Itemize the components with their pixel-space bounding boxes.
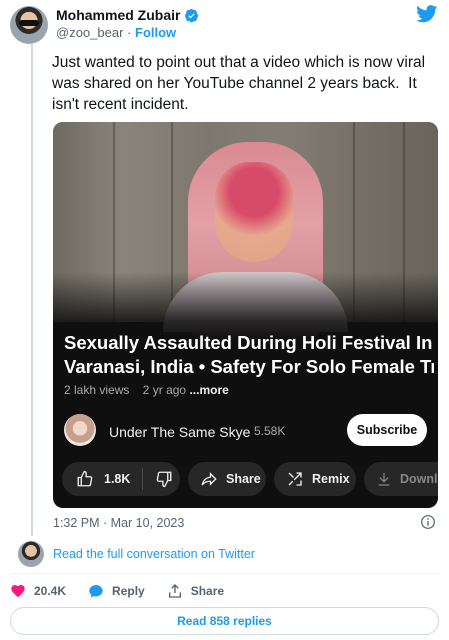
thread-line xyxy=(31,44,33,536)
remix-button[interactable]: Remix xyxy=(274,462,356,496)
share-label: Share xyxy=(190,584,225,598)
read-conversation-link[interactable]: Read the full conversation on Twitter xyxy=(53,547,255,561)
like-action[interactable]: 20.4K xyxy=(10,583,66,599)
author-name-row: Mohammed Zubair xyxy=(56,7,199,23)
thumbs-up-icon[interactable] xyxy=(76,470,94,488)
handle-separator: · xyxy=(127,25,132,40)
video-age: 2 yr ago xyxy=(142,383,187,397)
youtube-video-card[interactable]: Sexually Assaulted During Holi Festival … xyxy=(53,122,438,508)
download-label: Downlo xyxy=(400,472,438,486)
video-share-label: Share xyxy=(226,472,261,486)
verified-badge-icon xyxy=(185,8,199,23)
reply-bubble-icon xyxy=(89,585,103,598)
conversation-avatar[interactable] xyxy=(18,541,44,567)
remix-label: Remix xyxy=(312,472,350,486)
info-icon[interactable] xyxy=(420,514,436,530)
video-title-line-2: Varanasi, India • Safety For Solo Female… xyxy=(64,356,434,377)
reply-action[interactable]: Reply xyxy=(88,583,145,599)
divider xyxy=(10,573,439,574)
remix-icon xyxy=(288,472,302,486)
read-replies-button[interactable]: Read 858 replies xyxy=(10,607,439,635)
twitter-bird-icon[interactable] xyxy=(416,5,438,23)
like-count[interactable]: 1.8K xyxy=(104,472,130,486)
video-action-bar: 1.8K Share Remix Downlo xyxy=(62,462,438,496)
like-divider xyxy=(142,468,144,490)
share-arrow-icon xyxy=(201,472,217,486)
tweet-text: Just wanted to point out that a video wh… xyxy=(52,54,430,113)
like-dislike-group: 1.8K xyxy=(62,462,180,496)
more-link[interactable]: ...more xyxy=(189,383,228,397)
channel-avatar[interactable] xyxy=(64,414,96,446)
tweet-actions: 20.4K Reply Share xyxy=(10,583,246,599)
channel-name[interactable]: Under The Same Skye xyxy=(109,424,250,440)
video-views: 2 lakh views xyxy=(64,383,130,397)
video-title[interactable]: Sexually Assaulted During Holi Festival … xyxy=(64,331,434,379)
share-upload-icon xyxy=(168,584,181,598)
video-meta: 2 lakh views 2 yr ago ...more xyxy=(64,383,229,397)
download-icon xyxy=(378,473,390,486)
subscribe-button[interactable]: Subscribe xyxy=(347,414,427,446)
like-count-tweet: 20.4K xyxy=(34,584,67,598)
author-name[interactable]: Mohammed Zubair xyxy=(56,7,180,23)
subscriber-count: 5.58K xyxy=(254,424,286,438)
video-share-button[interactable]: Share xyxy=(188,462,266,496)
video-title-line-1: Sexually Assaulted During Holi Festival … xyxy=(64,332,433,353)
download-button[interactable]: Downlo xyxy=(364,462,438,496)
tweet-timestamp[interactable]: 1:32 PM · Mar 10, 2023 xyxy=(53,516,184,530)
video-thumbnail[interactable] xyxy=(53,122,438,342)
author-avatar[interactable] xyxy=(10,6,48,44)
reply-label: Reply xyxy=(112,584,145,598)
author-handle[interactable]: @zoo_bear xyxy=(56,25,123,40)
tweet-header: Mohammed Zubair @zoo_bear · Follow xyxy=(10,4,440,44)
heart-icon xyxy=(11,585,25,598)
thumbs-down-icon[interactable] xyxy=(155,470,173,488)
share-action[interactable]: Share xyxy=(167,583,224,599)
handle-row: @zoo_bear · Follow xyxy=(56,25,176,40)
follow-button[interactable]: Follow xyxy=(135,25,176,40)
